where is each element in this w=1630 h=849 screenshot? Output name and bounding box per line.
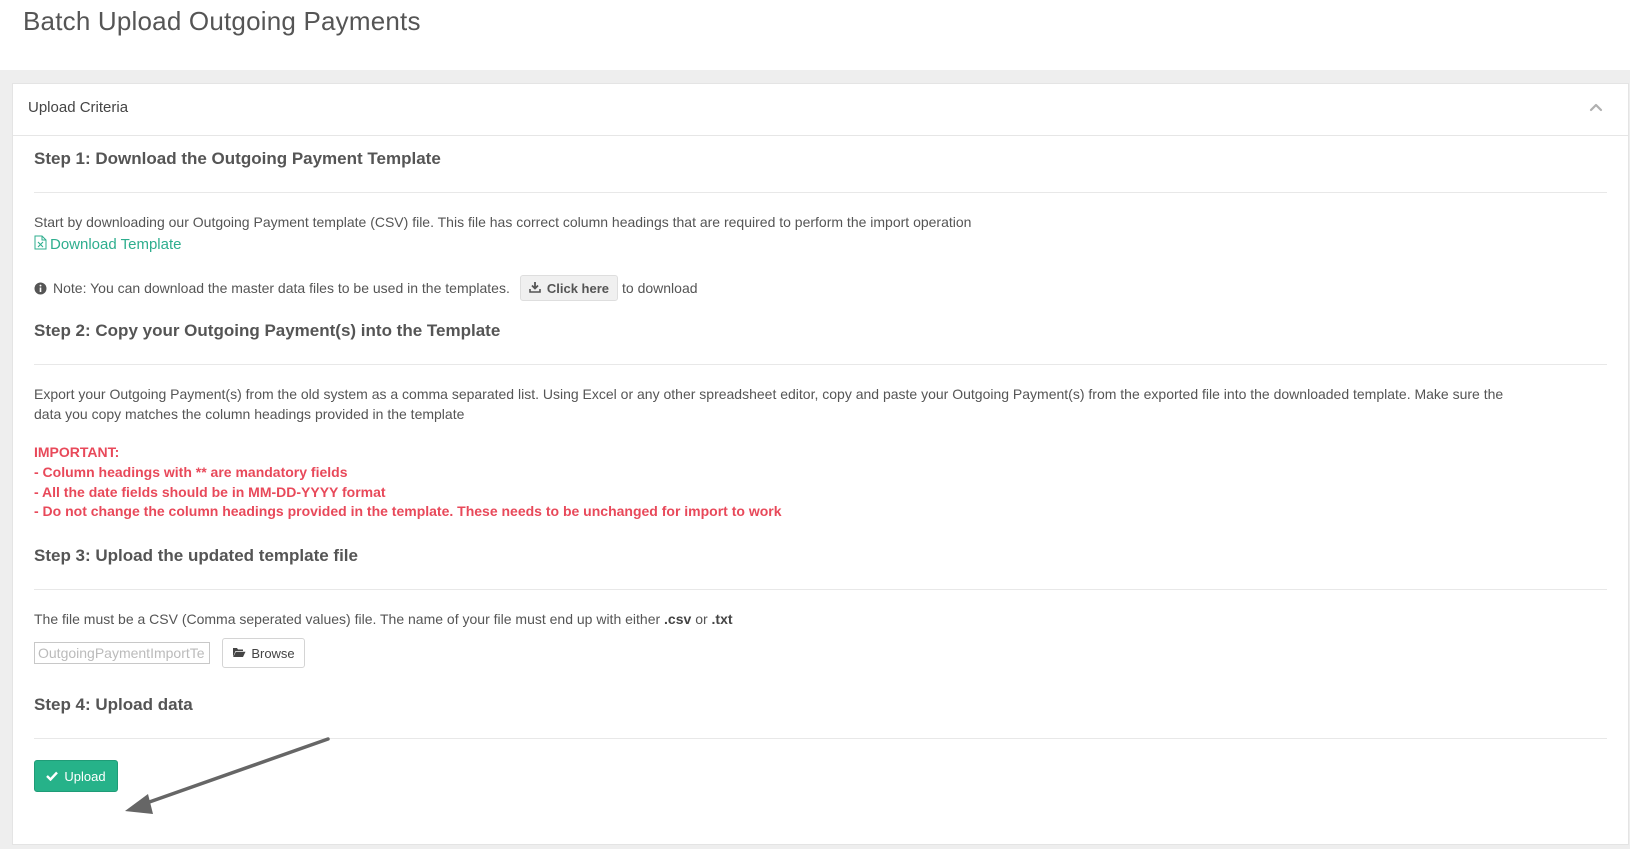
file-excel-icon: [34, 235, 47, 254]
step2-title: Step 2: Copy your Outgoing Payment(s) in…: [34, 321, 501, 340]
step1-title: Step 1: Download the Outgoing Payment Te…: [34, 149, 441, 168]
note-text: Note: You can download the master data f…: [53, 280, 510, 296]
download-template-link[interactable]: Download Template: [34, 235, 181, 254]
folder-open-icon: [232, 646, 246, 661]
important-item: - Column headings with ** are mandatory …: [34, 464, 348, 480]
panel-title: Upload Criteria: [28, 99, 129, 116]
important-item: - All the date fields should be in MM-DD…: [34, 484, 386, 500]
step1-description: Start by downloading our Outgoing Paymen…: [34, 214, 972, 230]
check-icon: [46, 769, 59, 784]
important-heading: IMPORTANT:: [34, 444, 120, 460]
panel-heading: Upload Criteria: [13, 84, 1628, 136]
step2-divider: [34, 364, 1607, 365]
upload-criteria-panel: Upload Criteria Step 1: Download the Out…: [12, 83, 1629, 845]
step2-description-line2: data you copy matches the column heading…: [34, 406, 465, 422]
csv-extension: .csv: [664, 611, 692, 627]
step3-description-prefix: The file must be a CSV (Comma seperated …: [34, 611, 661, 627]
upload-button[interactable]: Upload: [34, 760, 118, 792]
or-text: or: [695, 611, 708, 627]
file-name-field[interactable]: [34, 642, 210, 664]
click-here-button[interactable]: Click here: [519, 275, 619, 301]
txt-extension: .txt: [711, 611, 733, 627]
download-icon: [529, 281, 541, 296]
note-row: Note: You can download the master data f…: [34, 275, 698, 301]
click-here-label: Click here: [546, 280, 610, 296]
step3-description: The file must be a CSV (Comma seperated …: [34, 609, 733, 629]
step4-title: Step 4: Upload data: [34, 695, 193, 714]
chevron-up-icon[interactable]: [1588, 100, 1604, 116]
browse-button[interactable]: Browse: [222, 638, 305, 668]
note-suffix: to download: [622, 280, 698, 296]
info-circle-icon: [34, 282, 47, 295]
step3-divider: [34, 589, 1607, 590]
step1-divider: [34, 192, 1607, 193]
page-title: Batch Upload Outgoing Payments: [23, 6, 421, 36]
step4-divider: [34, 738, 1607, 739]
download-template-label: Download Template: [50, 236, 182, 253]
upload-label: Upload: [64, 768, 106, 784]
step2-description-line1: Export your Outgoing Payment(s) from the…: [34, 386, 1504, 402]
browse-label: Browse: [251, 645, 295, 661]
page-header: Batch Upload Outgoing Payments: [0, 0, 1630, 70]
step3-title: Step 3: Upload the updated template file: [34, 546, 358, 565]
important-item: - Do not change the column headings prov…: [34, 503, 782, 519]
